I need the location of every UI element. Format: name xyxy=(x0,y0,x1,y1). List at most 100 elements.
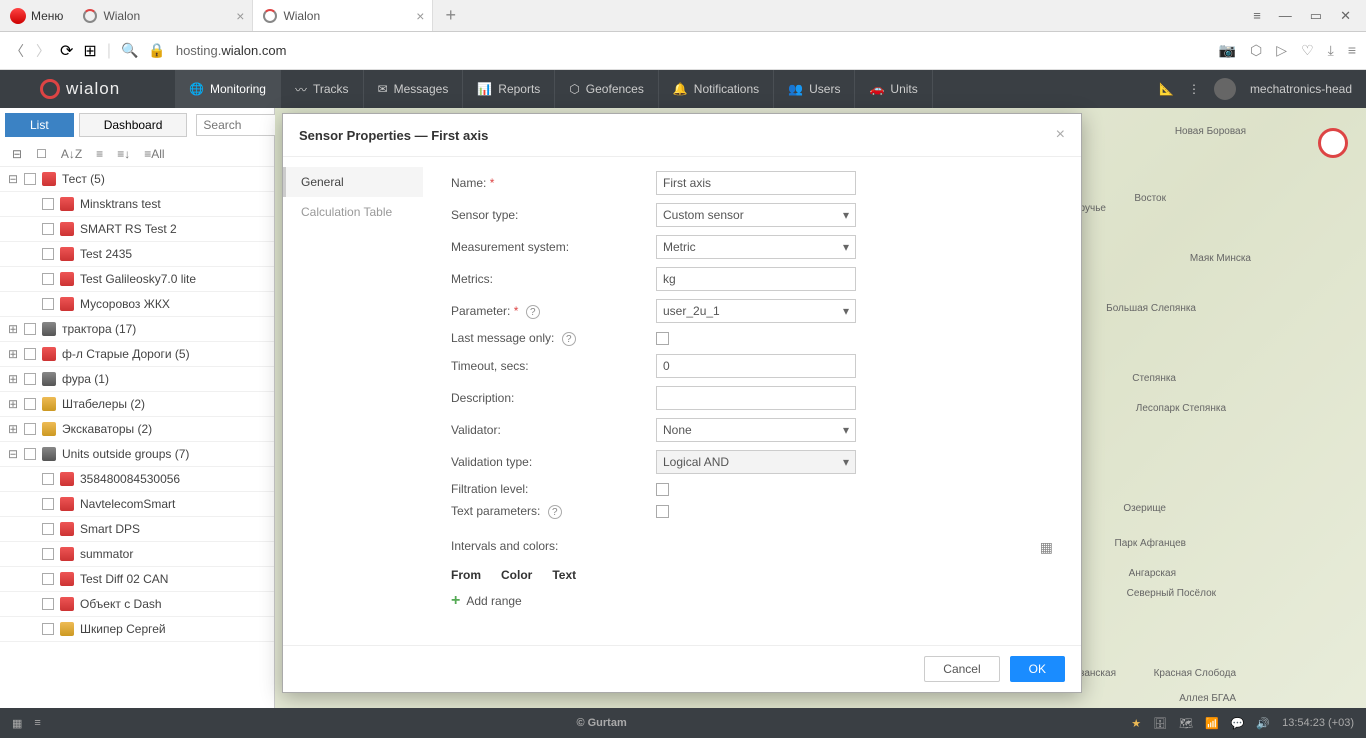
download-icon[interactable]: ⤓ xyxy=(1328,42,1334,59)
close-tab-icon[interactable]: × xyxy=(416,8,424,24)
sidebar-item[interactable]: Мусоровоз ЖКХ xyxy=(0,292,274,317)
description-input[interactable] xyxy=(656,386,856,410)
chat-icon[interactable]: 💬 xyxy=(1231,717,1245,730)
sidebar-item[interactable]: NavtelecomSmart xyxy=(0,492,274,517)
checkbox[interactable] xyxy=(42,573,54,585)
avatar[interactable] xyxy=(1214,78,1236,100)
logo[interactable]: wialon xyxy=(0,79,175,99)
filter2-icon[interactable]: ≡↓ xyxy=(113,145,134,163)
sidebar-item[interactable]: Smart DPS xyxy=(0,517,274,542)
sidebar-item[interactable]: Minsktrans test xyxy=(0,192,274,217)
checkbox[interactable] xyxy=(42,548,54,560)
tab-calculation-table[interactable]: Calculation Table xyxy=(283,197,423,227)
expand-icon[interactable]: ⊞ xyxy=(8,397,18,411)
sidebar-item[interactable]: ⊞трактора (17) xyxy=(0,317,274,342)
lock-icon[interactable]: 🔒 xyxy=(148,42,165,59)
checkbox[interactable] xyxy=(24,448,36,460)
checkbox[interactable] xyxy=(24,173,36,185)
close-tab-icon[interactable]: × xyxy=(236,8,244,24)
search-icon[interactable]: 🔍 xyxy=(121,42,138,59)
browser-tab-active[interactable]: Wialon × xyxy=(253,0,433,31)
all-icon[interactable]: ≡All xyxy=(140,145,168,163)
checkbox[interactable] xyxy=(42,223,54,235)
timeout-input[interactable] xyxy=(656,354,856,378)
sidebar-item[interactable]: Объект с Dash xyxy=(0,592,274,617)
expand-icon[interactable]: ⊞ xyxy=(8,347,18,361)
nav-units[interactable]: 🚗Units xyxy=(855,70,932,108)
nav-notifications[interactable]: 🔔Notifications xyxy=(659,70,774,108)
snapshot-icon[interactable]: 📷 xyxy=(1219,42,1236,59)
checkbox[interactable] xyxy=(42,248,54,260)
checkbox[interactable] xyxy=(42,523,54,535)
close-window-icon[interactable]: ✕ xyxy=(1340,8,1351,24)
nav-messages[interactable]: ✉Messages xyxy=(364,70,464,108)
expand-icon[interactable]: ⊞ xyxy=(8,372,18,386)
browser-menu-button[interactable]: Меню xyxy=(0,0,73,31)
checkbox[interactable] xyxy=(24,398,36,410)
map-icon[interactable]: 🗺 xyxy=(1179,717,1193,730)
close-dialog-icon[interactable]: × xyxy=(1056,126,1065,144)
filtration-checkbox[interactable] xyxy=(656,483,669,496)
expand-icon[interactable]: ⊞ xyxy=(8,422,18,436)
text-params-checkbox[interactable] xyxy=(656,505,669,518)
nav-monitoring[interactable]: 🌐Monitoring xyxy=(175,70,281,108)
metrics-input[interactable] xyxy=(656,267,856,291)
sort-icon[interactable]: A↓Z xyxy=(57,145,86,163)
sidebar-item[interactable]: ⊞ф-л Старые Дороги (5) xyxy=(0,342,274,367)
nav-users[interactable]: 👥Users xyxy=(774,70,855,108)
sidebar-item[interactable]: ⊟Тест (5) xyxy=(0,167,274,192)
speed-dial-icon[interactable]: ⊞ xyxy=(83,41,96,61)
cancel-button[interactable]: Cancel xyxy=(924,656,999,682)
checkbox[interactable] xyxy=(42,498,54,510)
help-icon[interactable]: ? xyxy=(562,332,576,346)
sidebar-item[interactable]: SMART RS Test 2 xyxy=(0,217,274,242)
check-all-icon[interactable]: ☐ xyxy=(32,145,51,163)
last-message-checkbox[interactable] xyxy=(656,332,669,345)
grid-footer-icon[interactable]: ▦ xyxy=(12,717,22,730)
checkbox[interactable] xyxy=(42,298,54,310)
url-field[interactable]: hosting.wialon.com xyxy=(176,43,287,58)
sidebar-item[interactable]: Шкипер Сергей xyxy=(0,617,274,642)
expand-icon[interactable]: ⊟ xyxy=(8,172,18,186)
grid-icon[interactable]: ▦ xyxy=(1040,539,1053,556)
reload-icon[interactable]: ⟳ xyxy=(60,41,73,61)
help-icon[interactable]: ? xyxy=(548,505,562,519)
sensor-type-select[interactable]: Custom sensor xyxy=(656,203,856,227)
minimize-icon[interactable]: — xyxy=(1279,8,1292,24)
sidebar-item[interactable]: ⊞Экскаваторы (2) xyxy=(0,417,274,442)
back-icon[interactable]: 〈 xyxy=(10,41,24,61)
measurement-select[interactable]: Metric xyxy=(656,235,856,259)
help-icon[interactable]: ? xyxy=(526,305,540,319)
checkbox[interactable] xyxy=(24,348,36,360)
sidebar-item[interactable]: ⊞фура (1) xyxy=(0,367,274,392)
nav-reports[interactable]: 📊Reports xyxy=(463,70,555,108)
sidebar-tab-list[interactable]: List xyxy=(5,113,74,137)
heart-icon[interactable]: ♡ xyxy=(1301,42,1314,59)
new-tab-button[interactable]: + xyxy=(433,5,468,26)
star-icon[interactable]: ★ xyxy=(1131,717,1141,730)
sound-icon[interactable]: 🔊 xyxy=(1256,717,1270,730)
sidebar-item[interactable]: ⊟Units outside groups (7) xyxy=(0,442,274,467)
checkbox[interactable] xyxy=(42,598,54,610)
ok-button[interactable]: OK xyxy=(1010,656,1065,682)
forward-icon[interactable]: 〉 xyxy=(36,41,50,61)
sidebar-item[interactable]: Test Galileosky7.0 lite xyxy=(0,267,274,292)
checkbox[interactable] xyxy=(42,473,54,485)
expand-all-icon[interactable]: ⊟ xyxy=(8,145,26,163)
validator-select[interactable]: None xyxy=(656,418,856,442)
checkbox[interactable] xyxy=(42,623,54,635)
easy-setup-icon[interactable]: ≡ xyxy=(1253,8,1261,24)
nav-tracks[interactable]: 〰Tracks xyxy=(281,70,364,108)
expand-icon[interactable]: ⊞ xyxy=(8,322,18,336)
signal-icon[interactable]: 📶 xyxy=(1205,717,1219,730)
validation-type-select[interactable]: Logical AND xyxy=(656,450,856,474)
shield-icon[interactable]: ⬡ xyxy=(1250,42,1262,59)
sidebar-item[interactable]: Test Diff 02 CAN xyxy=(0,567,274,592)
checkbox[interactable] xyxy=(24,373,36,385)
maximize-icon[interactable]: ▭ xyxy=(1310,8,1322,24)
checkbox[interactable] xyxy=(24,323,36,335)
filter-icon[interactable]: ≡ xyxy=(92,145,107,163)
list-footer-icon[interactable]: ≡ xyxy=(34,717,40,730)
browser-tab[interactable]: Wialon × xyxy=(73,0,253,31)
checkbox[interactable] xyxy=(42,198,54,210)
